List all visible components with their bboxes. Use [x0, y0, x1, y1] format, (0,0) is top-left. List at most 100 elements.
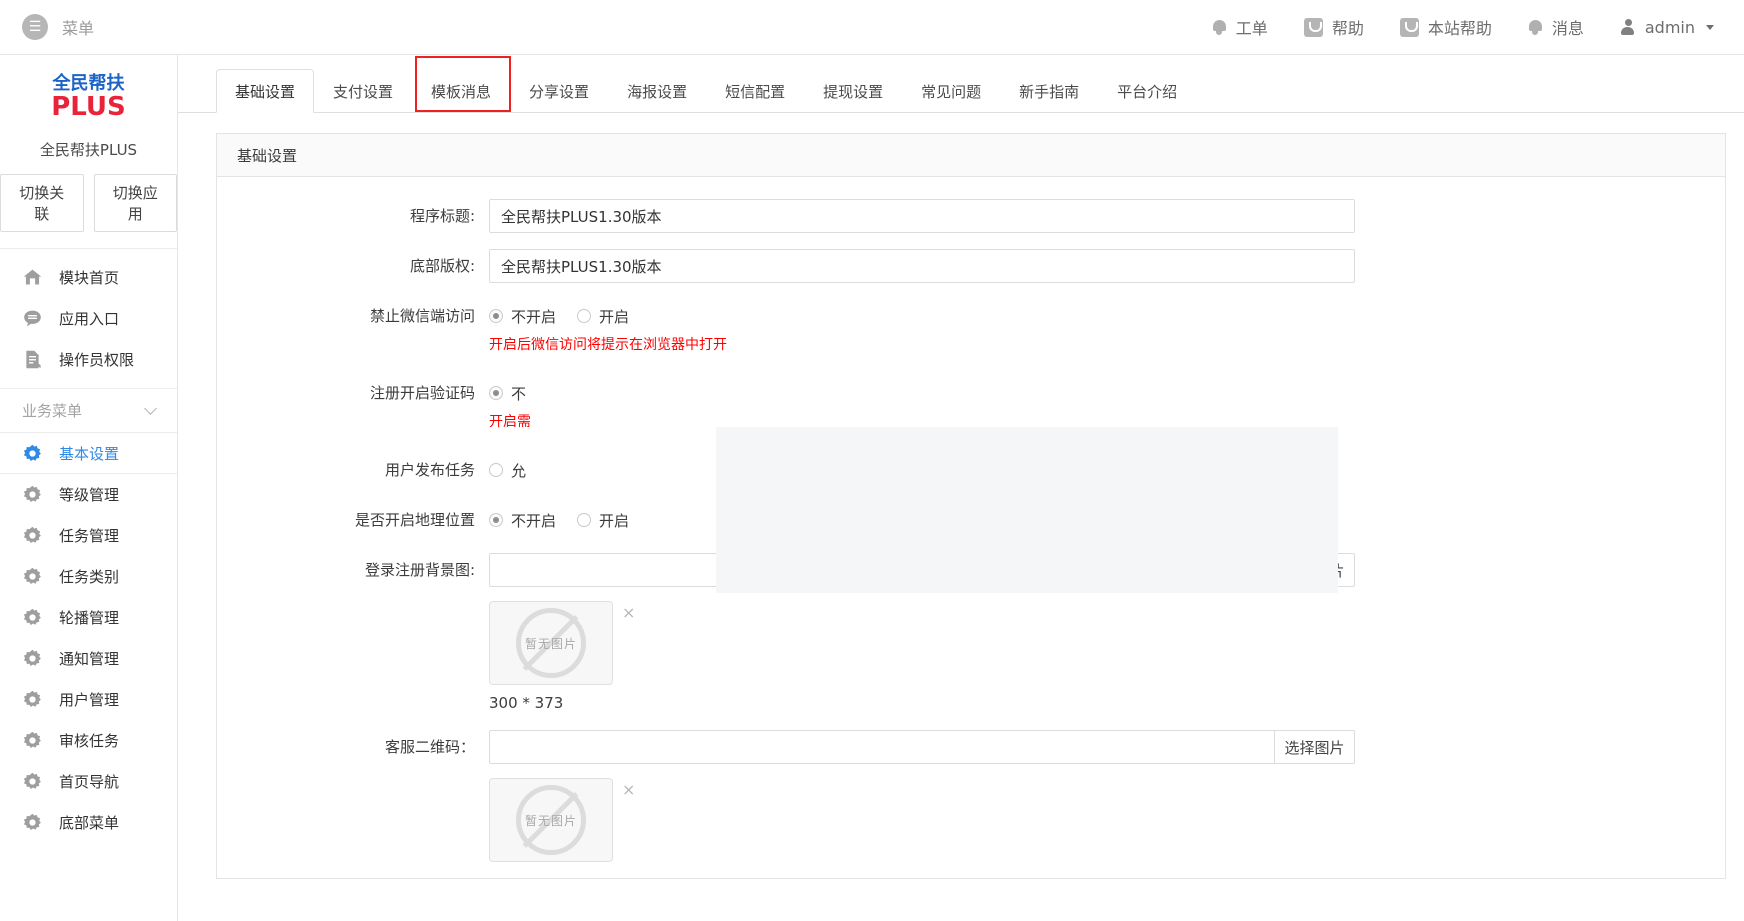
settings-tab-bar: 基础设置 支付设置 模板消息 分享设置 海报设置 短信配置 提现设置 常见问题 … — [178, 55, 1744, 113]
user-publish-task-radio-allow[interactable]: 允 — [489, 460, 526, 481]
sidebar-item-label: 通知管理 — [59, 648, 119, 669]
block-wechat-control: 不开启 开启 开启后微信访问将提示在浏览器中打开 — [489, 299, 1725, 354]
block-wechat-radio-on[interactable]: 开启 — [577, 306, 629, 327]
sidebar-group-label: 业务菜单 — [22, 400, 82, 421]
service-qrcode-uploader: 选择图片 — [489, 730, 1355, 764]
radio-dot-icon — [577, 309, 591, 323]
logo-plus-text: PLUS — [51, 94, 126, 121]
switch-application-button[interactable]: 切换应用 — [94, 174, 178, 232]
block-wechat-label: 禁止微信端访问 — [217, 299, 489, 333]
hamburger-list-icon: ☰ — [22, 14, 48, 40]
menu-toggle-label: 菜单 — [62, 15, 94, 39]
topbar-item-workorder[interactable]: 工单 — [1194, 0, 1286, 55]
tab-faq[interactable]: 常见问题 — [902, 69, 1000, 113]
switch-association-button[interactable]: 切换关联 — [0, 174, 84, 232]
sidebar-primary-nav: 模块首页 应用入口 操作员权限 — [0, 249, 177, 380]
sidebar-item-label: 等级管理 — [59, 484, 119, 505]
service-qrcode-remove-icon[interactable]: × — [622, 780, 635, 799]
service-qrcode-label: 客服二维码： — [217, 730, 489, 764]
program-title-control — [489, 199, 1725, 233]
sidebar-logo-area: 全民帮扶 PLUS 全民帮扶PLUS — [0, 55, 177, 160]
sidebar-item-audit-task[interactable]: 审核任务 — [0, 720, 177, 761]
sidebar-item-label: 底部菜单 — [59, 812, 119, 833]
program-title-input[interactable] — [489, 199, 1355, 233]
sidebar-item-app-entry[interactable]: 应用入口 — [0, 298, 177, 339]
tab-payment-settings[interactable]: 支付设置 — [314, 69, 412, 113]
tab-poster-settings[interactable]: 海报设置 — [608, 69, 706, 113]
program-title-label: 程序标题: — [217, 199, 489, 233]
block-wechat-hint: 开启后微信访问将提示在浏览器中打开 — [489, 334, 1687, 354]
bag-icon — [1400, 18, 1419, 37]
geo-location-radio-off[interactable]: 不开启 — [489, 510, 556, 531]
service-qrcode-choose-image-button[interactable]: 选择图片 — [1274, 730, 1355, 764]
radio-label: 允 — [511, 460, 526, 481]
tab-withdraw-settings[interactable]: 提现设置 — [804, 69, 902, 113]
gear-icon — [22, 648, 43, 669]
home-icon — [22, 267, 43, 288]
no-image-icon: 暂无图片 — [516, 608, 586, 678]
radio-dot-icon — [489, 309, 503, 323]
sidebar-item-level-management[interactable]: 等级管理 — [0, 474, 177, 515]
sidebar-item-basic-settings[interactable]: 基本设置 — [0, 433, 177, 474]
sidebar-item-label: 基本设置 — [59, 443, 119, 464]
user-publish-task-label: 用户发布任务 — [217, 453, 489, 487]
login-bg-thumbnail-area: 暂无图片 × — [489, 601, 1687, 685]
footer-copyright-input[interactable] — [489, 249, 1355, 283]
register-captcha-radio-off[interactable]: 不 — [489, 383, 526, 404]
sidebar-item-label: 任务类别 — [59, 566, 119, 587]
service-qrcode-thumbnail-area: 暂无图片 × — [489, 778, 1687, 862]
tab-basic-settings[interactable]: 基础设置 — [216, 69, 314, 113]
radio-label: 不 — [511, 383, 526, 404]
chevron-down-icon — [144, 402, 157, 415]
sidebar-item-bottom-menu[interactable]: 底部菜单 — [0, 802, 177, 843]
service-qrcode-input[interactable] — [489, 730, 1274, 764]
footer-copyright-label: 底部版权: — [217, 249, 489, 283]
sidebar-group-business-menu[interactable]: 业务菜单 — [0, 388, 177, 432]
tab-sms-config[interactable]: 短信配置 — [706, 69, 804, 113]
login-bg-thumbnail[interactable]: 暂无图片 — [489, 601, 613, 685]
gear-icon — [22, 771, 43, 792]
bag-icon — [1304, 18, 1323, 37]
topbar-item-help[interactable]: 帮助 — [1286, 0, 1382, 55]
sidebar-item-label: 操作员权限 — [59, 349, 134, 370]
service-qrcode-control: 选择图片 暂无图片 × — [489, 730, 1725, 862]
register-captcha-control: 不 开启需 — [489, 376, 1725, 431]
sidebar-item-label: 用户管理 — [59, 689, 119, 710]
radio-label: 不开启 — [511, 306, 556, 327]
service-qrcode-thumbnail[interactable]: 暂无图片 — [489, 778, 613, 862]
gear-icon — [22, 689, 43, 710]
gear-icon — [22, 443, 43, 464]
radio-dot-icon — [489, 386, 503, 400]
form-row-program-title: 程序标题: — [217, 199, 1725, 233]
radio-label: 开启 — [599, 306, 629, 327]
content-mask-overlay — [716, 427, 1338, 593]
sidebar-item-task-category[interactable]: 任务类别 — [0, 556, 177, 597]
top-header-bar: ☰ 菜单 工单 帮助 本站帮助 消息 admin — [0, 0, 1744, 55]
sidebar-item-module-home[interactable]: 模块首页 — [0, 257, 177, 298]
topbar-item-messages[interactable]: 消息 — [1510, 0, 1602, 55]
geo-location-radio-on[interactable]: 开启 — [577, 510, 629, 531]
sidebar-item-notification-management[interactable]: 通知管理 — [0, 638, 177, 679]
sidebar-item-user-management[interactable]: 用户管理 — [0, 679, 177, 720]
sidebar-item-carousel-management[interactable]: 轮播管理 — [0, 597, 177, 638]
sidebar-item-operator-permissions[interactable]: 操作员权限 — [0, 339, 177, 380]
tab-share-settings[interactable]: 分享设置 — [510, 69, 608, 113]
topbar-user-menu[interactable]: admin — [1602, 0, 1732, 55]
sidebar-item-home-navigation[interactable]: 首页导航 — [0, 761, 177, 802]
tab-beginner-guide[interactable]: 新手指南 — [1000, 69, 1098, 113]
sidebar-item-label: 轮播管理 — [59, 607, 119, 628]
block-wechat-radio-off[interactable]: 不开启 — [489, 306, 556, 327]
gear-icon — [22, 730, 43, 751]
menu-toggle-button[interactable]: ☰ 菜单 — [0, 0, 178, 55]
tab-platform-intro[interactable]: 平台介绍 — [1098, 69, 1196, 113]
tab-template-message[interactable]: 模板消息 — [412, 69, 510, 113]
sidebar-item-task-management[interactable]: 任务管理 — [0, 515, 177, 556]
login-bg-remove-icon[interactable]: × — [622, 603, 635, 622]
topbar-item-label: 本站帮助 — [1428, 15, 1492, 39]
block-wechat-radio-group: 不开启 开启 — [489, 299, 1687, 333]
topbar-item-site-help[interactable]: 本站帮助 — [1382, 0, 1510, 55]
panel-title: 基础设置 — [217, 134, 1725, 177]
gear-icon — [22, 566, 43, 587]
no-image-icon: 暂无图片 — [516, 785, 586, 855]
form-row-service-qrcode: 客服二维码： 选择图片 暂无图片 — [217, 730, 1725, 862]
